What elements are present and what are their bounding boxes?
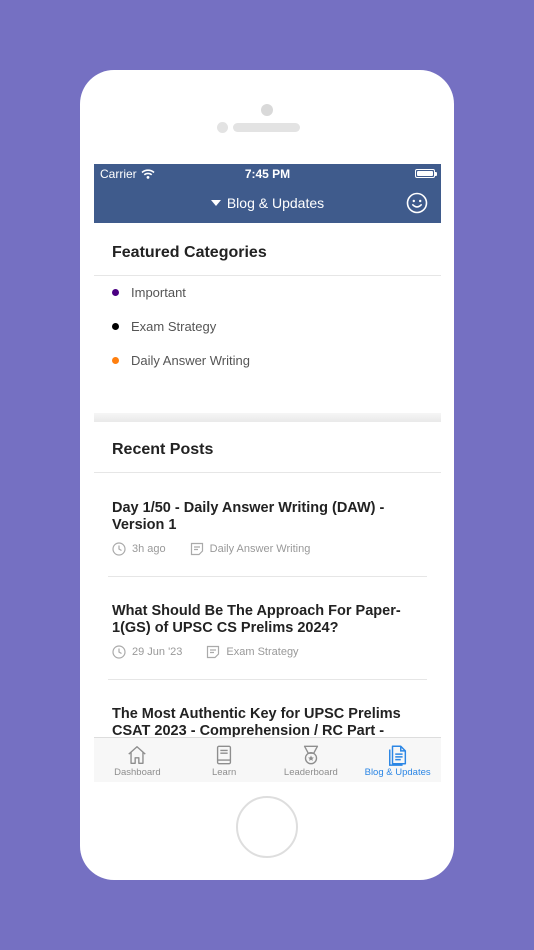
category-dot [112,357,119,364]
post-meta: 3h ago Daily Answer Writing [112,542,412,556]
post-category: Daily Answer Writing [209,543,311,555]
category-dot [112,323,119,330]
tab-dashboard[interactable]: Dashboard [94,738,181,782]
category-item-exam-strategy[interactable]: Exam Strategy [112,319,216,334]
post-item[interactable]: Day 1/50 - Daily Answer Writing (DAW) - … [112,500,412,556]
status-time: 7:45 PM [244,167,291,181]
medal-icon [303,745,318,765]
book-icon [217,745,232,765]
category-dot [112,289,119,296]
post-item[interactable]: The Most Authentic Key for UPSC Prelims … [112,706,412,740]
home-button[interactable] [236,796,298,858]
recent-posts-title: Recent Posts [112,441,214,458]
category-item-important[interactable]: Important [112,285,186,300]
tab-label: Blog & Updates [364,767,431,778]
post-item[interactable]: What Should Be The Approach For Paper-1(… [112,603,412,659]
battery-icon [415,169,437,178]
earpiece-speaker [233,123,300,132]
post-title: What Should Be The Approach For Paper-1(… [112,603,401,636]
page-title: Blog & Updates [226,195,325,211]
category-label: Exam Strategy [131,319,217,334]
category-item-daily-answer-writing[interactable]: Daily Answer Writing [112,353,250,368]
clock-icon [112,645,126,659]
category-label: Daily Answer Writing [131,353,250,368]
tab-label: Leaderboard [283,767,338,778]
tab-label: Dashboard [114,767,161,778]
divider [94,472,441,473]
caret-down-icon [210,200,221,206]
clock-icon [112,542,126,556]
blog-icon [388,745,406,766]
category-selector[interactable]: Blog & Updates [94,195,441,211]
post-time: 29 Jun '23 [132,646,183,658]
divider [94,275,441,276]
note-icon [190,542,203,556]
tab-label: Learn [211,767,237,778]
divider [108,576,427,577]
post-title: Day 1/50 - Daily Answer Writing (DAW) - … [112,500,385,533]
nav-header: Carrier 7:45 PM Blog & Updates [94,164,441,223]
divider [108,679,427,680]
post-time: 3h ago [132,543,166,555]
app-screen: Carrier 7:45 PM Blog & Updates Featured … [94,164,441,782]
post-category: Exam Strategy [226,646,299,658]
featured-categories-title: Featured Categories [112,244,267,261]
home-icon [128,746,147,764]
post-meta: 29 Jun '23 Exam Strategy [112,645,412,659]
tab-leaderboard[interactable]: Leaderboard [268,738,355,782]
tab-bar: Dashboard Learn Leaderboard Blog & Updat… [94,737,441,782]
tab-learn[interactable]: Learn [181,738,268,782]
smiley-icon[interactable] [406,192,428,214]
post-title: The Most Authentic Key for UPSC Prelims … [112,706,401,739]
category-label: Important [131,285,186,300]
tab-blog-updates[interactable]: Blog & Updates [354,738,441,782]
note-icon [207,645,220,659]
section-separator [94,413,441,422]
sensor-dot [217,122,228,133]
front-camera [261,104,273,116]
phone-frame: Carrier 7:45 PM Blog & Updates Featured … [80,70,454,880]
